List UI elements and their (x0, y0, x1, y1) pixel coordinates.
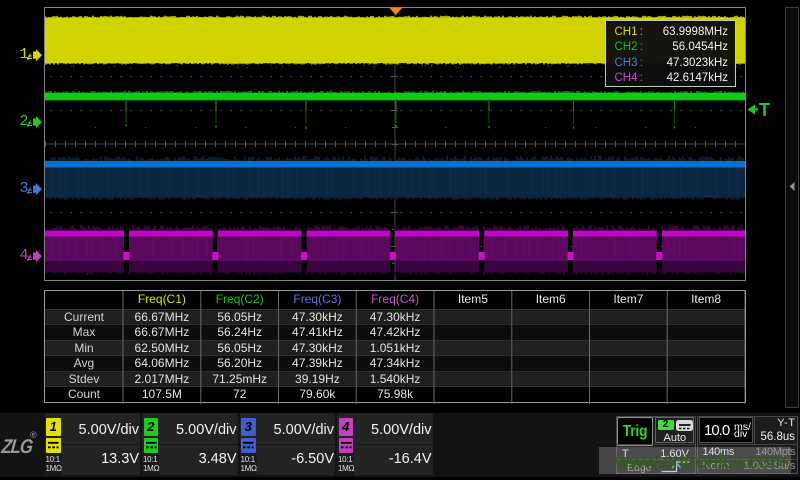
svg-text:T: T (759, 101, 770, 120)
